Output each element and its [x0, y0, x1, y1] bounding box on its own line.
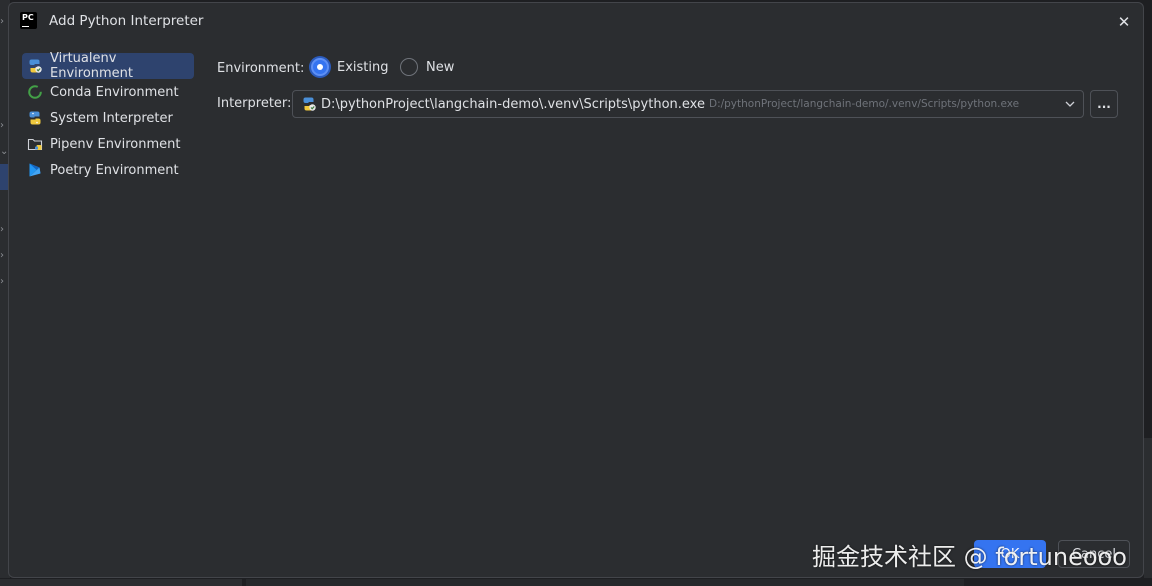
sidebar-item-conda[interactable]: Conda Environment: [22, 79, 194, 105]
radio-new-label: New: [426, 59, 455, 75]
pipenv-folder-icon: [27, 136, 43, 152]
environment-label: Environment:: [217, 61, 305, 76]
radio-existing-label: Existing: [337, 59, 389, 75]
interpreter-path: D:\pythonProject\langchain-demo\.venv\Sc…: [321, 96, 705, 112]
sidebar-item-pipenv[interactable]: Pipenv Environment: [22, 131, 194, 157]
sidebar-item-label: Pipenv Environment: [50, 136, 181, 152]
virtualenv-icon: [27, 58, 43, 74]
sidebar-item-label: System Interpreter: [50, 110, 173, 126]
sidebar-item-label: Conda Environment: [50, 84, 179, 100]
browse-interpreter-button[interactable]: ...: [1090, 90, 1118, 118]
poetry-icon: [27, 162, 43, 178]
sidebar-item-label: Virtualenv Environment: [50, 51, 134, 81]
ide-selected-row: [0, 164, 8, 190]
chevron-down-icon: [1063, 97, 1077, 111]
close-icon: ✕: [1117, 13, 1131, 31]
ide-status-segment: [246, 579, 964, 586]
radio-checked-icon: [311, 58, 329, 76]
add-python-interpreter-dialog: PC Add Python Interpreter ✕ Virtualenv E…: [8, 2, 1144, 578]
ide-right-panel: [1144, 438, 1152, 578]
ide-status-segment: [0, 579, 242, 586]
interpreter-label: Interpreter:: [217, 96, 292, 111]
python-icon: [27, 110, 43, 126]
conda-icon: [27, 84, 43, 100]
cancel-button[interactable]: Cancel: [1058, 540, 1130, 568]
radio-unchecked-icon: [400, 58, 418, 76]
virtualenv-icon: [301, 96, 317, 112]
dialog-titlebar: PC Add Python Interpreter ✕: [9, 3, 1143, 41]
sidebar-item-system-interpreter[interactable]: System Interpreter: [22, 105, 194, 131]
sidebar-item-label: Poetry Environment: [50, 162, 179, 178]
interpreter-path-hint: D:/pythonProject/langchain-demo/.venv/Sc…: [708, 98, 1020, 110]
pycharm-logo-icon: PC: [20, 12, 37, 29]
interpreter-select[interactable]: D:\pythonProject\langchain-demo\.venv\Sc…: [292, 90, 1084, 118]
close-button[interactable]: ✕: [1113, 11, 1135, 33]
sidebar-item-virtualenv[interactable]: Virtualenv Environment: [22, 51, 194, 81]
dialog-title: Add Python Interpreter: [49, 13, 204, 29]
environment-type-list: Virtualenv Environment Conda Environment…: [9, 41, 205, 577]
radio-existing[interactable]: Existing: [311, 58, 389, 76]
radio-new[interactable]: New: [400, 58, 454, 76]
sidebar-item-poetry[interactable]: Poetry Environment: [22, 157, 194, 183]
ok-button[interactable]: OK: [974, 540, 1046, 568]
